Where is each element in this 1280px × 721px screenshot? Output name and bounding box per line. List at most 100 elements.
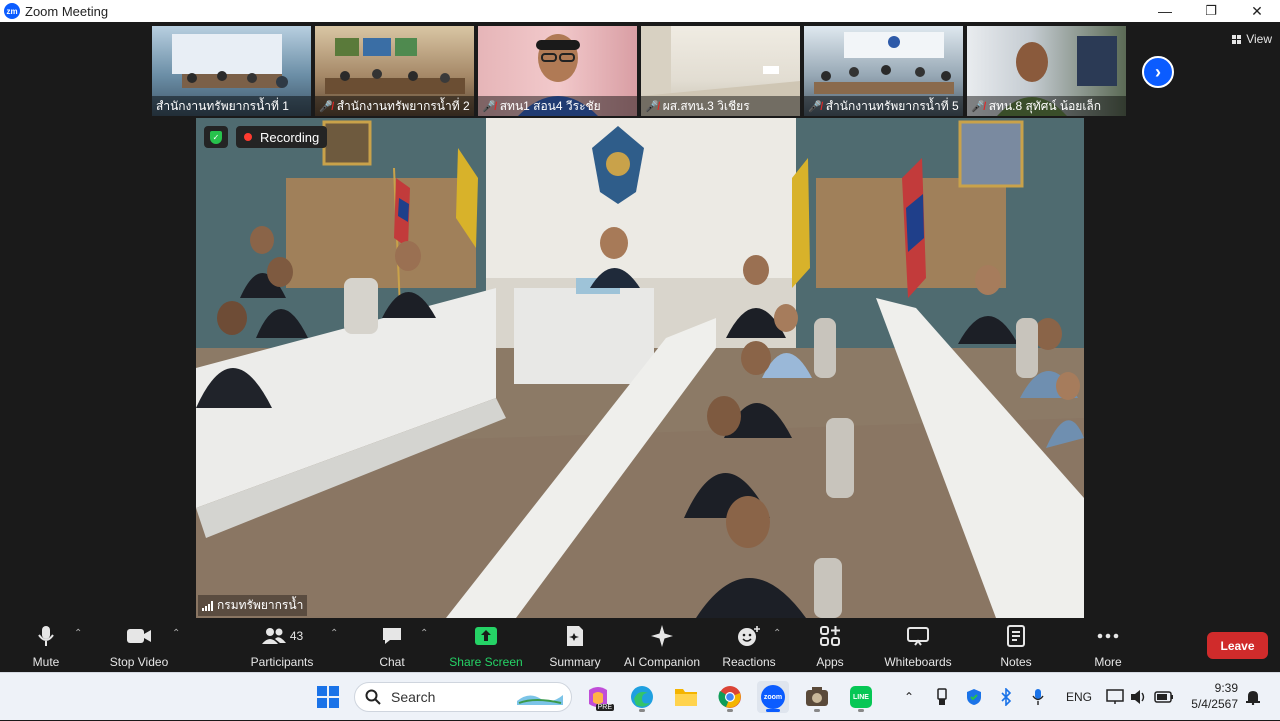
meeting-toolbar: Mute ⌃ Stop Video ⌃ 43 Participants ⌃ Ch… [0, 620, 1280, 672]
reactions-button[interactable]: Reactions [720, 624, 778, 669]
microphone-icon [36, 624, 56, 648]
participant-name: สำนักงานทรัพยากรน้ำที่ 2 [336, 98, 470, 113]
ai-sparkle-icon [650, 624, 674, 648]
ellipsis-icon [1097, 624, 1119, 648]
share-screen-label: Share Screen [449, 655, 523, 669]
window-title: Zoom Meeting [25, 3, 109, 19]
tray-overflow-icon[interactable]: ⌃ [904, 673, 914, 721]
reactions-label: Reactions [722, 655, 776, 669]
participant-tile[interactable]: 🎤̸ ผส.สทน.3 วิเชียร [641, 26, 800, 116]
ai-companion-button[interactable]: AI Companion [622, 624, 702, 669]
participant-name: สทน1 สอน4 วีระชัย [499, 98, 601, 113]
defender-shield-icon[interactable] [966, 673, 982, 721]
zoom-app-label: zoom [763, 693, 783, 701]
participant-name-bar: 🎤̸ สำนักงานทรัพยากรน้ำที่ 5 [804, 96, 963, 116]
participant-tile[interactable]: 🎤̸ สทน1 สอน4 วีระชัย [478, 26, 637, 116]
view-label: View [1246, 32, 1272, 46]
participant-name-bar: 🎤̸ สทน1 สอน4 วีระชัย [478, 96, 637, 116]
mic-muted-icon: 🎤̸ [808, 100, 822, 113]
mic-muted-icon: 🎤̸ [971, 100, 985, 113]
edge-browser-icon[interactable] [626, 681, 658, 713]
stop-video-button[interactable]: Stop Video [105, 624, 173, 669]
bluetooth-icon[interactable] [1000, 673, 1012, 721]
camera-app-icon[interactable] [801, 681, 833, 713]
whiteboards-label: Whiteboards [884, 655, 952, 669]
participant-name: สำนักงานทรัพยากรน้ำที่ 1 [156, 98, 289, 113]
recording-dot-icon [244, 133, 252, 141]
file-explorer-icon[interactable] [670, 681, 702, 713]
meeting-stage: สำนักงานทรัพยากรน้ำที่ 1 🎤̸ สำนักงานทรัพย… [0, 22, 1280, 620]
clock-time: 9:39 [1214, 681, 1238, 695]
windows-start-icon[interactable] [312, 681, 344, 713]
participants-button[interactable]: 43 Participants [248, 624, 316, 669]
line-app-icon[interactable]: LINE [845, 681, 877, 713]
volume-icon[interactable] [1130, 673, 1148, 721]
chat-bubble-icon [381, 624, 403, 648]
zoom-app-icon[interactable]: zoom [757, 681, 789, 713]
participant-name-bar: สำนักงานทรัพยากรน้ำที่ 1 [152, 96, 311, 116]
maximize-button[interactable]: ❐ [1188, 0, 1234, 22]
stop-video-label: Stop Video [109, 655, 169, 669]
mute-label: Mute [32, 655, 60, 669]
next-page-button[interactable]: › [1142, 56, 1174, 88]
minimize-button[interactable]: — [1142, 0, 1188, 22]
apps-button[interactable]: Apps [812, 624, 848, 669]
participant-tile[interactable]: สำนักงานทรัพยากรน้ำที่ 1 [152, 26, 311, 116]
participant-tile[interactable]: 🎤̸ สทน.8 สุทัศน์ น้อยเล็ก [967, 26, 1126, 116]
display-icon[interactable] [1106, 673, 1124, 721]
notes-button[interactable]: Notes [996, 624, 1036, 669]
microphone-tray-icon[interactable] [1032, 673, 1044, 721]
audio-options-caret-icon[interactable]: ⌃ [74, 628, 82, 639]
mic-muted-icon: 🎤̸ [645, 100, 659, 113]
language-indicator[interactable]: ENG [1066, 673, 1092, 721]
taskbar-clock[interactable]: 9:39 5/4/2567 [1188, 680, 1238, 712]
recording-indicator[interactable]: Recording [236, 126, 328, 148]
notification-bell-icon[interactable] [1246, 673, 1260, 721]
participant-name-bar: 🎤̸ สำนักงานทรัพยากรน้ำที่ 2 [315, 96, 474, 116]
recording-label: Recording [260, 129, 320, 145]
participant-tile[interactable]: 🎤̸ สำนักงานทรัพยากรน้ำที่ 2 [315, 26, 474, 116]
usb-device-icon[interactable] [936, 673, 948, 721]
more-button[interactable]: More [1090, 624, 1126, 669]
meeting-room-scene [196, 118, 1084, 618]
summary-button[interactable]: Summary [546, 624, 604, 669]
title-bar: zm Zoom Meeting — ❐ ✕ [0, 0, 1280, 22]
whiteboard-icon [907, 624, 929, 648]
mute-button[interactable]: Mute [28, 624, 64, 669]
apps-icon [819, 624, 841, 648]
ai-companion-label: AI Companion [623, 655, 701, 669]
leave-button[interactable]: Leave [1207, 632, 1268, 659]
participant-tile[interactable]: 🎤̸ สำนักงานทรัพยากรน้ำที่ 5 [804, 26, 963, 116]
taskbar-search[interactable]: Search [354, 682, 572, 712]
view-button[interactable]: View [1232, 32, 1272, 46]
whiteboards-button[interactable]: Whiteboards [880, 624, 956, 669]
zoom-logo-icon: zm [4, 3, 20, 19]
encryption-shield-icon[interactable]: ✓ [204, 126, 228, 148]
chat-label: Chat [379, 655, 405, 669]
battery-icon[interactable] [1154, 673, 1174, 721]
share-screen-button[interactable]: Share Screen [448, 624, 524, 669]
active-speaker-video[interactable]: ✓ Recording กรมทรัพยากรน้ำ [196, 118, 1084, 618]
participant-name: สทน.8 สุทัศน์ น้อยเล็ก [988, 98, 1102, 113]
signal-strength-icon [202, 600, 213, 611]
video-options-caret-icon[interactable]: ⌃ [172, 628, 180, 639]
reactions-options-caret-icon[interactable]: ⌃ [773, 628, 781, 639]
participant-name-bar: 🎤̸ สทน.8 สุทัศน์ น้อยเล็ก [967, 96, 1126, 116]
summary-icon [565, 624, 585, 648]
line-app-label: LINE [853, 693, 869, 701]
copilot-pre-badge: PRE [595, 704, 614, 711]
participant-name: ผส.สทน.3 วิเชียร [662, 98, 750, 113]
mic-muted-icon: 🎤̸ [482, 100, 496, 113]
notes-icon [1007, 624, 1025, 648]
chevron-right-icon: › [1155, 61, 1161, 82]
close-button[interactable]: ✕ [1234, 0, 1280, 22]
search-highlight-icon [517, 695, 563, 705]
copilot-icon[interactable]: PRE [582, 681, 614, 713]
notes-label: Notes [1000, 655, 1032, 669]
chrome-browser-icon[interactable] [714, 681, 746, 713]
chat-options-caret-icon[interactable]: ⌃ [420, 628, 428, 639]
apps-label: Apps [816, 655, 844, 669]
participant-name-bar: 🎤̸ ผส.สทน.3 วิเชียร [641, 96, 800, 116]
chat-button[interactable]: Chat [374, 624, 410, 669]
participants-options-caret-icon[interactable]: ⌃ [330, 628, 338, 639]
